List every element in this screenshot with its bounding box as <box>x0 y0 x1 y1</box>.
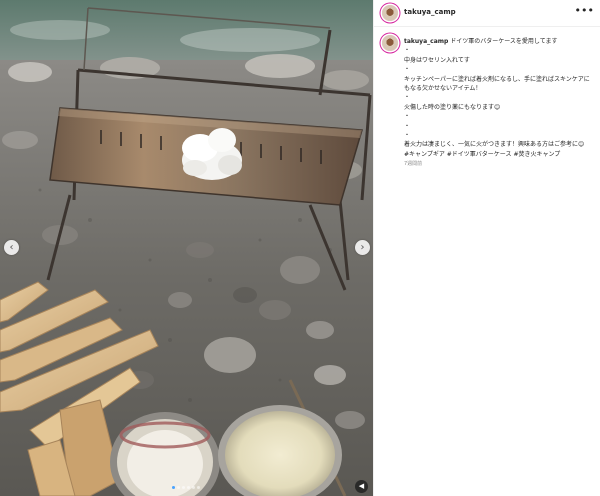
carousel-dot <box>187 486 190 489</box>
avatar[interactable] <box>382 5 398 21</box>
caption-line: ・ <box>404 132 411 140</box>
carousel-dot <box>197 486 200 489</box>
caption-line: ・ <box>404 113 411 121</box>
username[interactable]: takuya_camp <box>404 8 456 16</box>
speaker-muted-icon[interactable]: ◀︎ <box>355 480 368 493</box>
caption-line: ・ <box>404 66 411 74</box>
caption-line: ・ <box>404 122 411 130</box>
caption-line: 中身はワセリン入れてす <box>404 56 470 64</box>
caption-line: 火傷した時の塗り薬にもなります😊 <box>404 103 501 111</box>
post-header: takuya_camp ••• <box>374 0 600 27</box>
campfire-photo <box>0 0 373 496</box>
caption-line: ・ <box>404 47 411 55</box>
caption-line: ドイツ軍のバターケースを愛用してます <box>450 38 558 45</box>
caption-line: 着火力は凄まじく、一気に火がつきます！興味ある方はご参考に😊 <box>404 141 585 149</box>
hashtag-link[interactable]: #焚き火キャンプ <box>513 151 560 158</box>
caption-username[interactable]: takuya_camp <box>404 38 448 45</box>
post-time-ago[interactable]: 7週間前 <box>404 160 593 167</box>
hashtag-link[interactable]: #キャンプギア <box>404 151 445 158</box>
hashtags: #キャンプギア #ドイツ軍バターケース #焚き火キャンプ <box>404 150 593 159</box>
hashtag-link[interactable]: #ドイツ軍バターケース <box>447 151 512 158</box>
post-sidebar: takuya_camp ••• takuya_camp ドイツ軍のバターケースを… <box>373 0 600 496</box>
carousel-dot <box>172 486 175 489</box>
carousel-dot <box>177 486 180 489</box>
caption: takuya_camp ドイツ軍のバターケースを愛用してます ・ 中身はワセリン… <box>374 27 600 167</box>
avatar[interactable] <box>382 35 398 51</box>
post-media[interactable]: ‹ › ◀︎ <box>0 0 373 496</box>
carousel-dot <box>182 486 185 489</box>
caption-line: ・ <box>404 94 411 102</box>
chevron-left-icon[interactable]: ‹ <box>4 240 19 255</box>
carousel-indicator <box>172 486 200 489</box>
chevron-right-icon[interactable]: › <box>355 240 370 255</box>
carousel-dot <box>192 486 195 489</box>
caption-line: キッチンペーパーに塗れば着火剤になるし、手に塗ればスキンケアにもなる欠かせないア… <box>404 75 590 93</box>
more-horizontal-icon[interactable]: ••• <box>575 4 594 17</box>
